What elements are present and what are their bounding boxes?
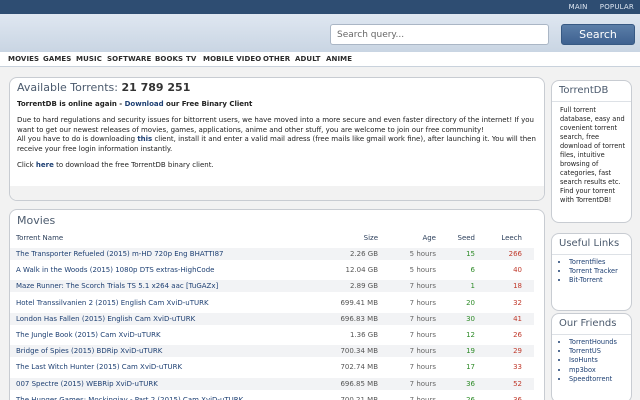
torrent-leech: 26 — [513, 331, 522, 339]
torrent-leech: 52 — [513, 379, 522, 388]
about-text: Full torrent database, easy and covenien… — [560, 106, 626, 204]
header: Search — [0, 14, 640, 52]
category-software[interactable]: SOFTWARE — [107, 55, 151, 63]
table-row[interactable]: Bridge of Spies (2015) BDRip XviD-uTURK 7… — [10, 345, 534, 358]
torrent-leech: 266 — [508, 250, 522, 258]
link-torrent-tracker[interactable]: Torrent Tracker — [569, 267, 618, 276]
notice-click: Click here to download the free TorrentD… — [17, 161, 214, 170]
torrent-leech: 33 — [513, 363, 522, 372]
top-bar: MAIN POPULAR — [0, 0, 640, 14]
category-games[interactable]: GAMES — [43, 55, 71, 63]
search-input[interactable] — [330, 24, 549, 45]
table-row[interactable]: Maze Runner: The Scorch Trials TS 5.1 x2… — [10, 280, 534, 293]
torrent-count: 21 789 251 — [121, 81, 191, 94]
link-torrentfiles[interactable]: Torrentfiles — [569, 258, 618, 267]
search-button[interactable]: Search — [561, 24, 635, 45]
category-books[interactable]: BOOKS — [155, 55, 183, 63]
topnav-main-link[interactable]: MAIN — [569, 3, 588, 11]
category-movies[interactable]: MOVIES — [8, 55, 39, 63]
table-header: Torrent Name Size Age Seed Leech — [16, 234, 522, 242]
topnav-popular-link[interactable]: POPULAR — [600, 3, 634, 11]
our-friends-panel: Our Friends TorrentHounds TorrentUS IsoH… — [551, 313, 632, 400]
here-link[interactable]: here — [36, 161, 54, 169]
friend-speedtorrent[interactable]: Speedtorrent — [569, 375, 617, 384]
torrent-leech: 41 — [513, 314, 522, 323]
table-row[interactable]: London Has Fallen (2015) English Cam Xvi… — [10, 312, 534, 325]
table-row[interactable]: The Last Witch Hunter (2015) Cam XviD-uT… — [10, 361, 534, 373]
friend-torrenthounds[interactable]: TorrentHounds — [569, 338, 617, 347]
movies-title: Movies — [17, 214, 56, 227]
notice-headline: TorrentDB is online again - Download our… — [17, 100, 253, 108]
torrent-leech: 36 — [513, 395, 522, 400]
notice-paragraph: Due to hard regulations and security iss… — [17, 116, 536, 153]
category-adult[interactable]: ADULT — [295, 55, 321, 63]
notice-body: TorrentDB is online again - Download our… — [17, 100, 539, 177]
table-row[interactable]: The Transporter Refueled (2015) m-HD 720… — [10, 248, 534, 260]
this-client-link[interactable]: this — [137, 135, 152, 143]
table-row[interactable]: Hotel Transsilvanien 2 (2015) English Ca… — [10, 297, 534, 309]
friend-isohunts[interactable]: IsoHunts — [569, 356, 617, 365]
category-nav: MOVIES GAMES MUSIC SOFTWARE BOOKS TV MOB… — [0, 52, 640, 67]
table-row[interactable]: The Hunger Games: Mockingjay - Part 2 (2… — [10, 394, 534, 400]
download-link[interactable]: Download — [125, 100, 164, 108]
panel-title: Available Torrents: 21 789 251 — [17, 81, 191, 94]
torrent-leech: 32 — [513, 298, 522, 307]
available-torrents-panel: Available Torrents: 21 789 251 TorrentDB… — [9, 77, 545, 201]
torrent-leech: 18 — [513, 282, 522, 291]
link-bit-torrent[interactable]: Bit-Torrent — [569, 276, 618, 285]
category-anime[interactable]: ANIME — [326, 55, 352, 63]
torrent-leech: 40 — [513, 266, 522, 275]
category-music[interactable]: MUSIC — [76, 55, 102, 63]
top-nav: MAIN POPULAR — [559, 3, 634, 11]
table-row[interactable]: A Walk in the Woods (2015) 1080p DTS ext… — [10, 264, 534, 276]
friend-mp3box[interactable]: mp3box — [569, 366, 617, 375]
table-row[interactable]: The Jungle Book (2015) Cam XviD-uTURK 1.3… — [10, 329, 534, 341]
useful-links-panel: Useful Links Torrentfiles Torrent Tracke… — [551, 233, 632, 311]
torrentdb-about-panel: TorrentDB Full torrent database, easy an… — [551, 80, 632, 223]
friend-torrentus[interactable]: TorrentUS — [569, 347, 617, 356]
table-row[interactable]: 007 Spectre (2015) WEBRip XviD-uTURK 696.… — [10, 377, 534, 390]
torrent-leech: 29 — [513, 347, 522, 356]
category-tv[interactable]: TV — [186, 55, 196, 63]
category-mobile-video[interactable]: MOBILE VIDEO — [203, 55, 261, 63]
category-other[interactable]: OTHER — [263, 55, 290, 63]
